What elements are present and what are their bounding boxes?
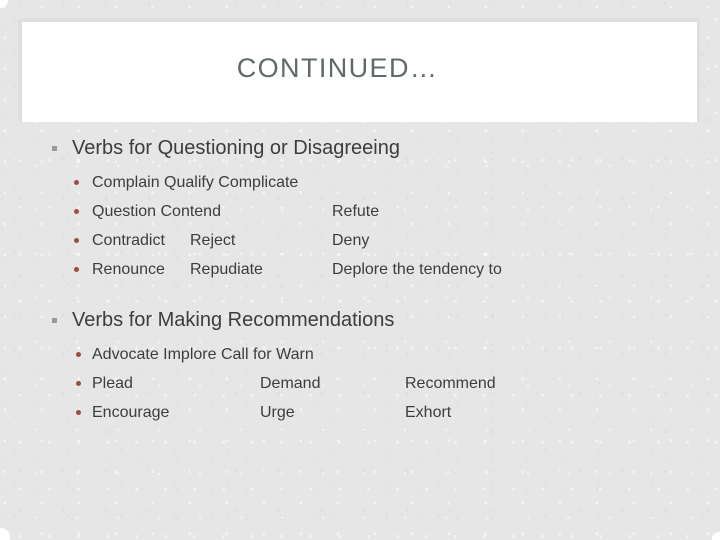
round-bullet-icon [76,381,81,386]
square-bullet-icon [52,318,57,323]
section-heading: Verbs for Questioning or Disagreeing [0,134,720,162]
verb-cell: Question Contend [92,203,221,220]
round-bullet-icon [74,238,79,243]
verb-cell: Deplore the tendency to [332,261,502,278]
verb-cell: Refute [332,203,380,220]
verb-row-text: Complain Qualify Complicate [92,174,299,191]
section-heading: Verbs for Making Recommendations [0,306,720,334]
verb-row: Complain Qualify Complicate [0,168,720,197]
round-bullet-icon [74,209,79,214]
verb-cell: Encourage [92,404,170,421]
verb-cell: Demand [260,375,321,392]
slide-corner-bottom-left [0,528,10,540]
round-bullet-icon [76,352,81,357]
verb-list: Complain Qualify Complicate Question Cont… [0,168,720,284]
round-bullet-icon [74,180,79,185]
verb-row: Renounce Repudiate Deplore the tendency to [0,255,720,284]
verb-cell: Repudiate [190,261,263,278]
verb-cell: Plead [92,375,133,392]
verb-row: Encourage Urge Exhort [0,398,720,427]
verb-row: Contradict Reject Deny [0,226,720,255]
verb-cell: Deny [332,232,370,249]
content-section: Verbs for Making Recommendations Advocate… [0,306,720,427]
verb-row: Advocate Implore Call for Warn [0,340,720,369]
slide: CONTINUED… Verbs for Questioning or Disa… [0,0,720,540]
verb-cell: Contradict [92,232,165,249]
section-heading-label: Verbs for Questioning or Disagreeing [72,137,400,159]
verb-cell: Renounce [92,261,165,278]
verb-cell: Reject [190,232,236,249]
verb-cell: Recommend [405,375,496,392]
round-bullet-icon [76,410,81,415]
verb-row: Plead Demand Recommend [0,369,720,398]
verb-cell: Urge [260,404,295,421]
verb-row-text: Advocate Implore Call for Warn [92,346,314,363]
section-heading-label: Verbs for Making Recommendations [72,309,395,331]
slide-corner-bottom-right [712,532,720,540]
slide-body: Verbs for Questioning or Disagreeing Comp… [0,134,720,427]
verb-row: Question Contend Refute [0,197,720,226]
slide-title: CONTINUED… [236,52,439,83]
square-bullet-icon [52,146,57,151]
verb-list: Advocate Implore Call for Warn Plead Deman… [0,340,720,427]
verb-cell: Exhort [405,404,452,421]
round-bullet-icon [74,267,79,272]
content-section: Verbs for Questioning or Disagreeing Comp… [0,134,720,284]
title-placeholder: CONTINUED… [22,22,697,122]
